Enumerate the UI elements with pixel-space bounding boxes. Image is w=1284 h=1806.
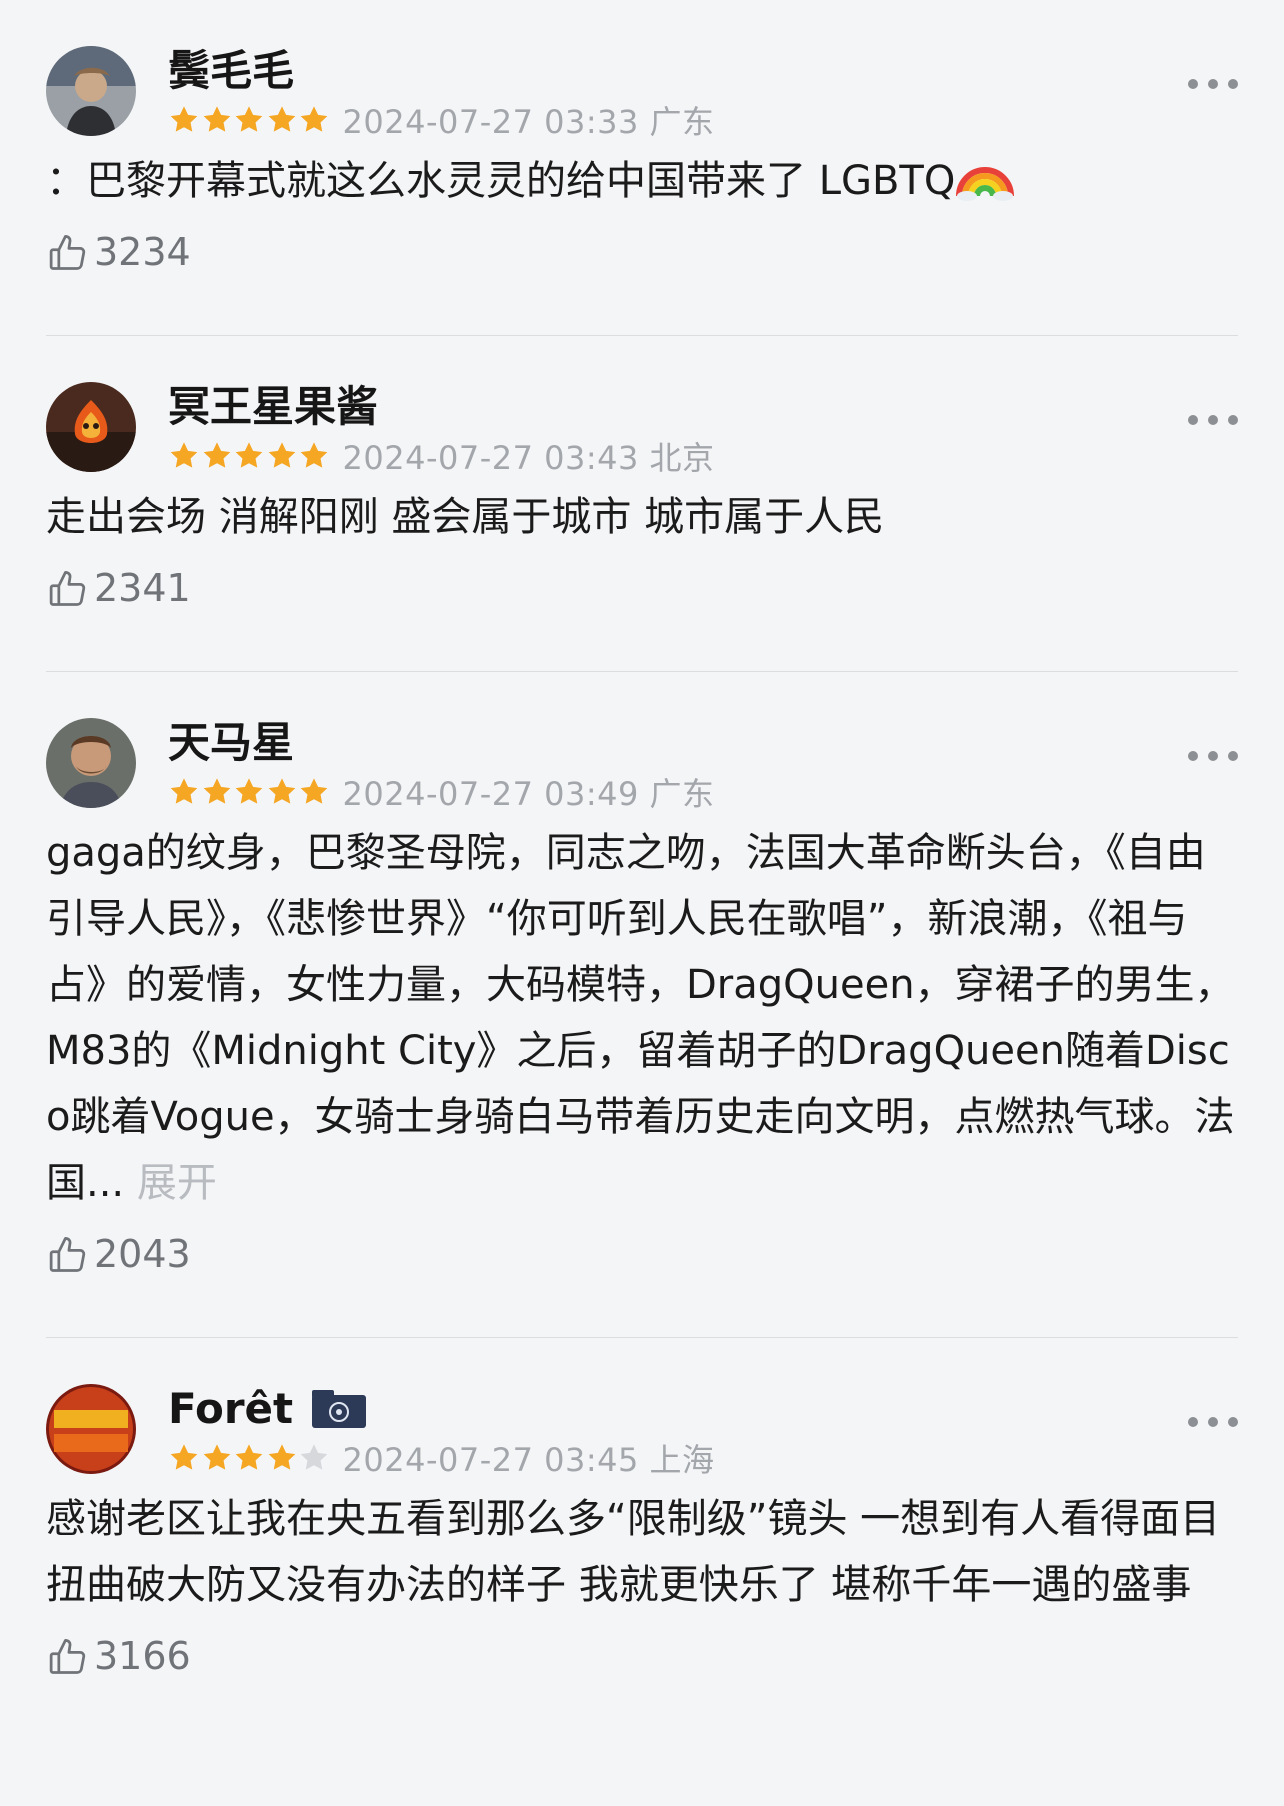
star-filled-icon bbox=[168, 440, 200, 472]
username[interactable]: Forêt bbox=[168, 1384, 1238, 1434]
review-text: ：巴黎开幕式就这么水灵灵的给中国带来了 LGBTQ bbox=[46, 148, 1238, 214]
star-filled-icon bbox=[233, 776, 265, 808]
review-location: 上海 bbox=[649, 1441, 715, 1479]
star-filled-icon bbox=[233, 440, 265, 472]
avatar[interactable] bbox=[46, 718, 136, 808]
member-badge-icon bbox=[312, 1390, 367, 1428]
star-filled-icon bbox=[266, 776, 298, 808]
like-count: 3166 bbox=[94, 1634, 191, 1678]
more-options-icon[interactable] bbox=[1188, 746, 1238, 766]
review-item: 天马星 2024-07-27 03:49 广东 gaga的纹身，巴黎圣母院，同志… bbox=[46, 672, 1238, 1338]
thumbs-up-icon bbox=[46, 230, 90, 274]
review-header: Forêt 2024-07-27 03:45 上海 bbox=[168, 1384, 1238, 1482]
star-filled-icon bbox=[168, 104, 200, 136]
star-filled-icon bbox=[201, 440, 233, 472]
review-datetime: 2024-07-27 03:43 北京 bbox=[342, 439, 715, 477]
thumbs-up-icon bbox=[46, 1232, 90, 1276]
review-datetime: 2024-07-27 03:45 上海 bbox=[342, 1441, 715, 1479]
username[interactable]: 天马星 bbox=[168, 718, 1238, 768]
star-filled-icon bbox=[266, 1442, 298, 1474]
review-datetime: 2024-07-27 03:33 广东 bbox=[342, 103, 715, 141]
star-rating bbox=[168, 1442, 331, 1474]
review-item: Forêt 2024-07-27 03:45 上海 感谢老区让我在央五看到那么多… bbox=[46, 1338, 1238, 1806]
like-count: 2043 bbox=[94, 1232, 191, 1276]
avatar[interactable] bbox=[46, 382, 136, 472]
like-button[interactable]: 2043 bbox=[46, 1224, 1238, 1284]
review-header: 鬓毛毛 2024-07-27 03:33 广东 bbox=[168, 46, 1238, 144]
star-rating bbox=[168, 104, 331, 136]
like-button[interactable]: 3166 bbox=[46, 1626, 1238, 1686]
star-filled-icon bbox=[266, 440, 298, 472]
review-location: 广东 bbox=[649, 103, 715, 141]
more-options-icon[interactable] bbox=[1188, 74, 1238, 94]
review-location: 北京 bbox=[649, 439, 715, 477]
review-item: 鬓毛毛 2024-07-27 03:33 广东 ：巴黎开幕式就这么水灵灵的给中国… bbox=[46, 0, 1238, 336]
star-filled-icon bbox=[298, 776, 330, 808]
like-count: 2341 bbox=[94, 566, 191, 610]
like-button[interactable]: 3234 bbox=[46, 222, 1238, 282]
star-filled-icon bbox=[298, 104, 330, 136]
review-text: gaga的纹身，巴黎圣母院，同志之吻，法国大革命断头台，《自由引导人民》，《悲惨… bbox=[46, 830, 1235, 1206]
star-filled-icon bbox=[201, 104, 233, 136]
like-button[interactable]: 2341 bbox=[46, 558, 1238, 618]
thumbs-up-icon bbox=[46, 1634, 90, 1678]
like-count: 3234 bbox=[94, 230, 191, 274]
star-filled-icon bbox=[201, 1442, 233, 1474]
avatar[interactable] bbox=[46, 46, 136, 136]
star-filled-icon bbox=[168, 1442, 200, 1474]
star-filled-icon bbox=[168, 776, 200, 808]
rainbow-emoji bbox=[956, 167, 1015, 201]
expand-link[interactable]: 展开 bbox=[137, 1160, 217, 1206]
review-text: 感谢老区让我在央五看到那么多“限制级”镜头 一想到有人看得面目扭曲破大防又没有办… bbox=[46, 1496, 1221, 1608]
star-filled-icon bbox=[298, 440, 330, 472]
star-filled-icon bbox=[233, 1442, 265, 1474]
review-header: 冥王星果酱 2024-07-27 03:43 北京 bbox=[168, 382, 1238, 480]
review-datetime: 2024-07-27 03:49 广东 bbox=[342, 775, 715, 813]
star-filled-icon bbox=[233, 104, 265, 136]
star-rating bbox=[168, 440, 331, 472]
more-options-icon[interactable] bbox=[1188, 1412, 1238, 1432]
username[interactable]: 冥王星果酱 bbox=[168, 382, 1238, 432]
review-item: 冥王星果酱 2024-07-27 03:43 北京 走出会场 消解阳刚 盛会属于… bbox=[46, 336, 1238, 672]
avatar[interactable] bbox=[46, 1384, 136, 1474]
star-empty-icon bbox=[298, 1442, 330, 1474]
review-list: 鬓毛毛 2024-07-27 03:33 广东 ：巴黎开幕式就这么水灵灵的给中国… bbox=[0, 0, 1284, 1806]
star-filled-icon bbox=[266, 104, 298, 136]
star-filled-icon bbox=[201, 776, 233, 808]
review-location: 广东 bbox=[649, 775, 715, 813]
review-header: 天马星 2024-07-27 03:49 广东 bbox=[168, 718, 1238, 816]
star-rating bbox=[168, 776, 331, 808]
thumbs-up-icon bbox=[46, 566, 90, 610]
more-options-icon[interactable] bbox=[1188, 410, 1238, 430]
username[interactable]: 鬓毛毛 bbox=[168, 46, 1238, 96]
review-text: 走出会场 消解阳刚 盛会属于城市 城市属于人民 bbox=[46, 494, 885, 540]
